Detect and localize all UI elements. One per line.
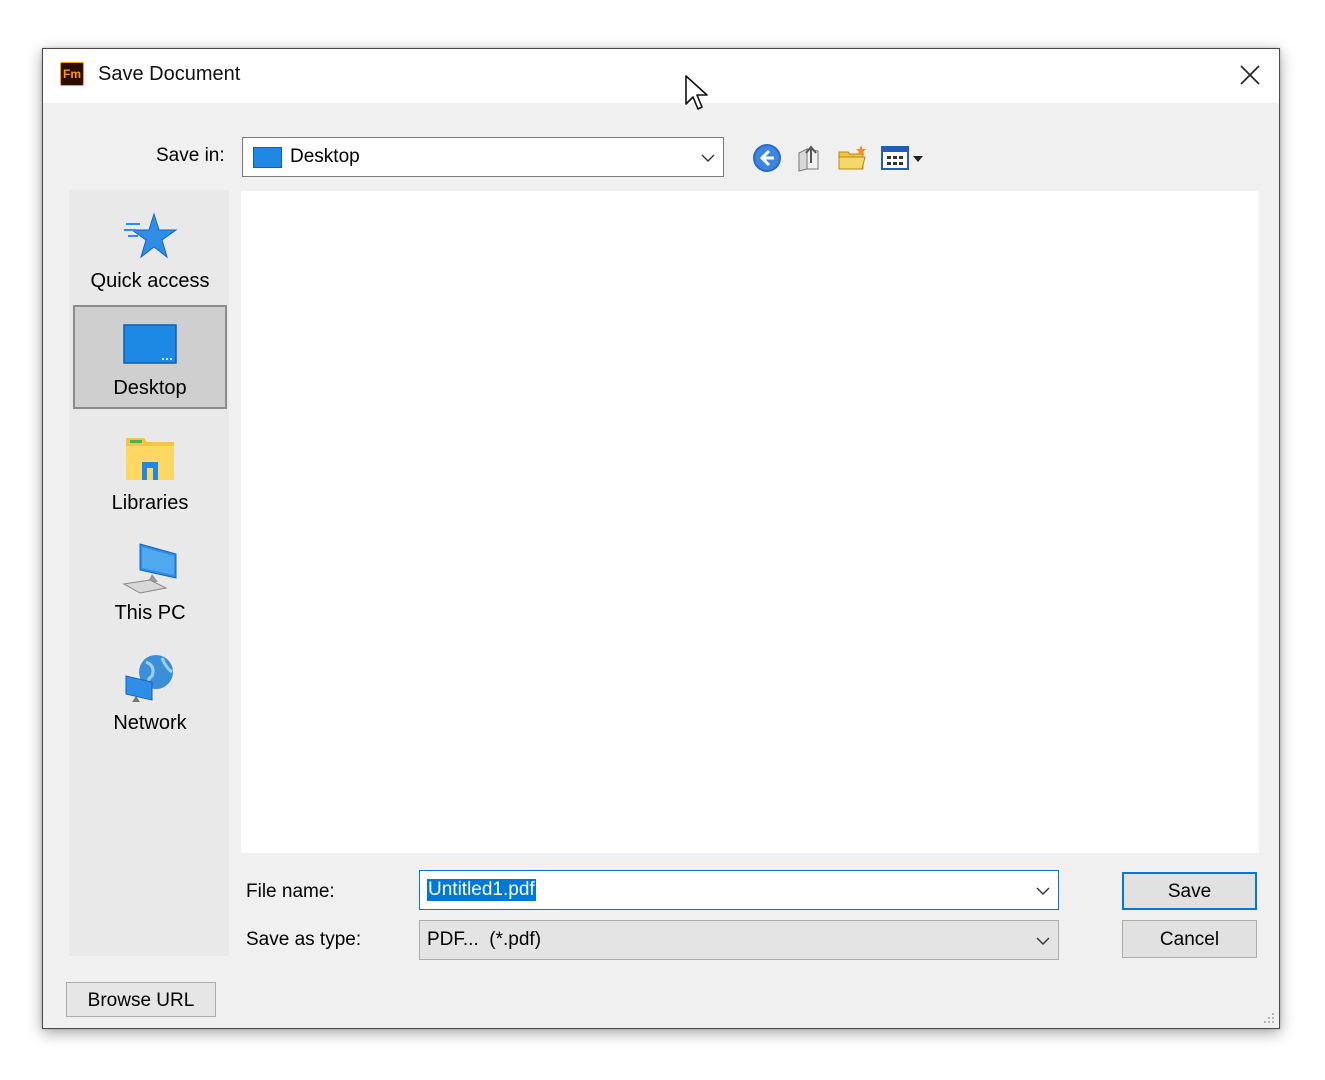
- file-name-value[interactable]: Untitled1.pdf: [427, 879, 536, 901]
- save-as-type-value: PDF... (*.pdf): [427, 929, 542, 950]
- desktop-icon: [123, 324, 177, 364]
- places-bar: Quick access Desktop Libraries This PC N…: [69, 190, 229, 956]
- place-label: This PC: [114, 602, 186, 624]
- view-menu-icon[interactable]: [879, 142, 927, 174]
- place-label: Libraries: [111, 492, 189, 514]
- save-in-value: Desktop: [290, 146, 360, 167]
- file-name-label: File name:: [246, 881, 335, 902]
- save-in-label: Save in:: [156, 145, 225, 166]
- app-icon-text: Fm: [63, 67, 81, 81]
- close-icon: [1240, 65, 1260, 85]
- file-name-input[interactable]: Untitled1.pdf: [419, 870, 1059, 910]
- mouse-cursor-icon: [685, 75, 708, 110]
- place-this-pc[interactable]: This PC: [73, 532, 227, 636]
- place-quick-access[interactable]: Quick access: [73, 200, 227, 304]
- back-icon[interactable]: [751, 142, 783, 174]
- file-list[interactable]: [241, 191, 1259, 853]
- chevron-down-icon[interactable]: [1033, 881, 1053, 901]
- place-network[interactable]: Network: [73, 642, 227, 746]
- place-libraries[interactable]: Libraries: [73, 422, 227, 526]
- libraries-icon: [126, 438, 174, 480]
- close-button[interactable]: [1227, 53, 1273, 97]
- chevron-down-icon: [701, 154, 715, 162]
- network-icon: [125, 655, 173, 702]
- resize-grip-icon[interactable]: [1263, 1012, 1275, 1024]
- place-label: Desktop: [113, 377, 187, 399]
- window-title: Save Document: [98, 63, 241, 85]
- save-button[interactable]: Save: [1122, 872, 1257, 910]
- save-as-type-dropdown[interactable]: PDF... (*.pdf): [419, 920, 1059, 960]
- title-bar[interactable]: Fm Save Document: [43, 49, 1279, 103]
- chevron-down-icon: [1036, 937, 1050, 945]
- place-label: Network: [113, 712, 187, 734]
- up-folder-icon[interactable]: [794, 141, 826, 173]
- browse-url-button[interactable]: Browse URL: [66, 982, 216, 1017]
- place-desktop[interactable]: Desktop: [73, 305, 227, 409]
- place-label: Quick access: [90, 270, 210, 292]
- save-as-type-label: Save as type:: [246, 929, 362, 950]
- this-pc-icon: [122, 543, 177, 594]
- cancel-button[interactable]: Cancel: [1122, 920, 1257, 958]
- framemaker-app-icon: Fm: [60, 62, 84, 86]
- desktop-folder-icon: [253, 147, 282, 168]
- new-folder-icon[interactable]: [836, 142, 868, 174]
- save-in-dropdown[interactable]: Desktop: [242, 137, 724, 177]
- quick-access-star-icon: [124, 212, 178, 259]
- save-document-dialog: Fm Save Document Save in: Desktop Quick …: [42, 48, 1280, 1029]
